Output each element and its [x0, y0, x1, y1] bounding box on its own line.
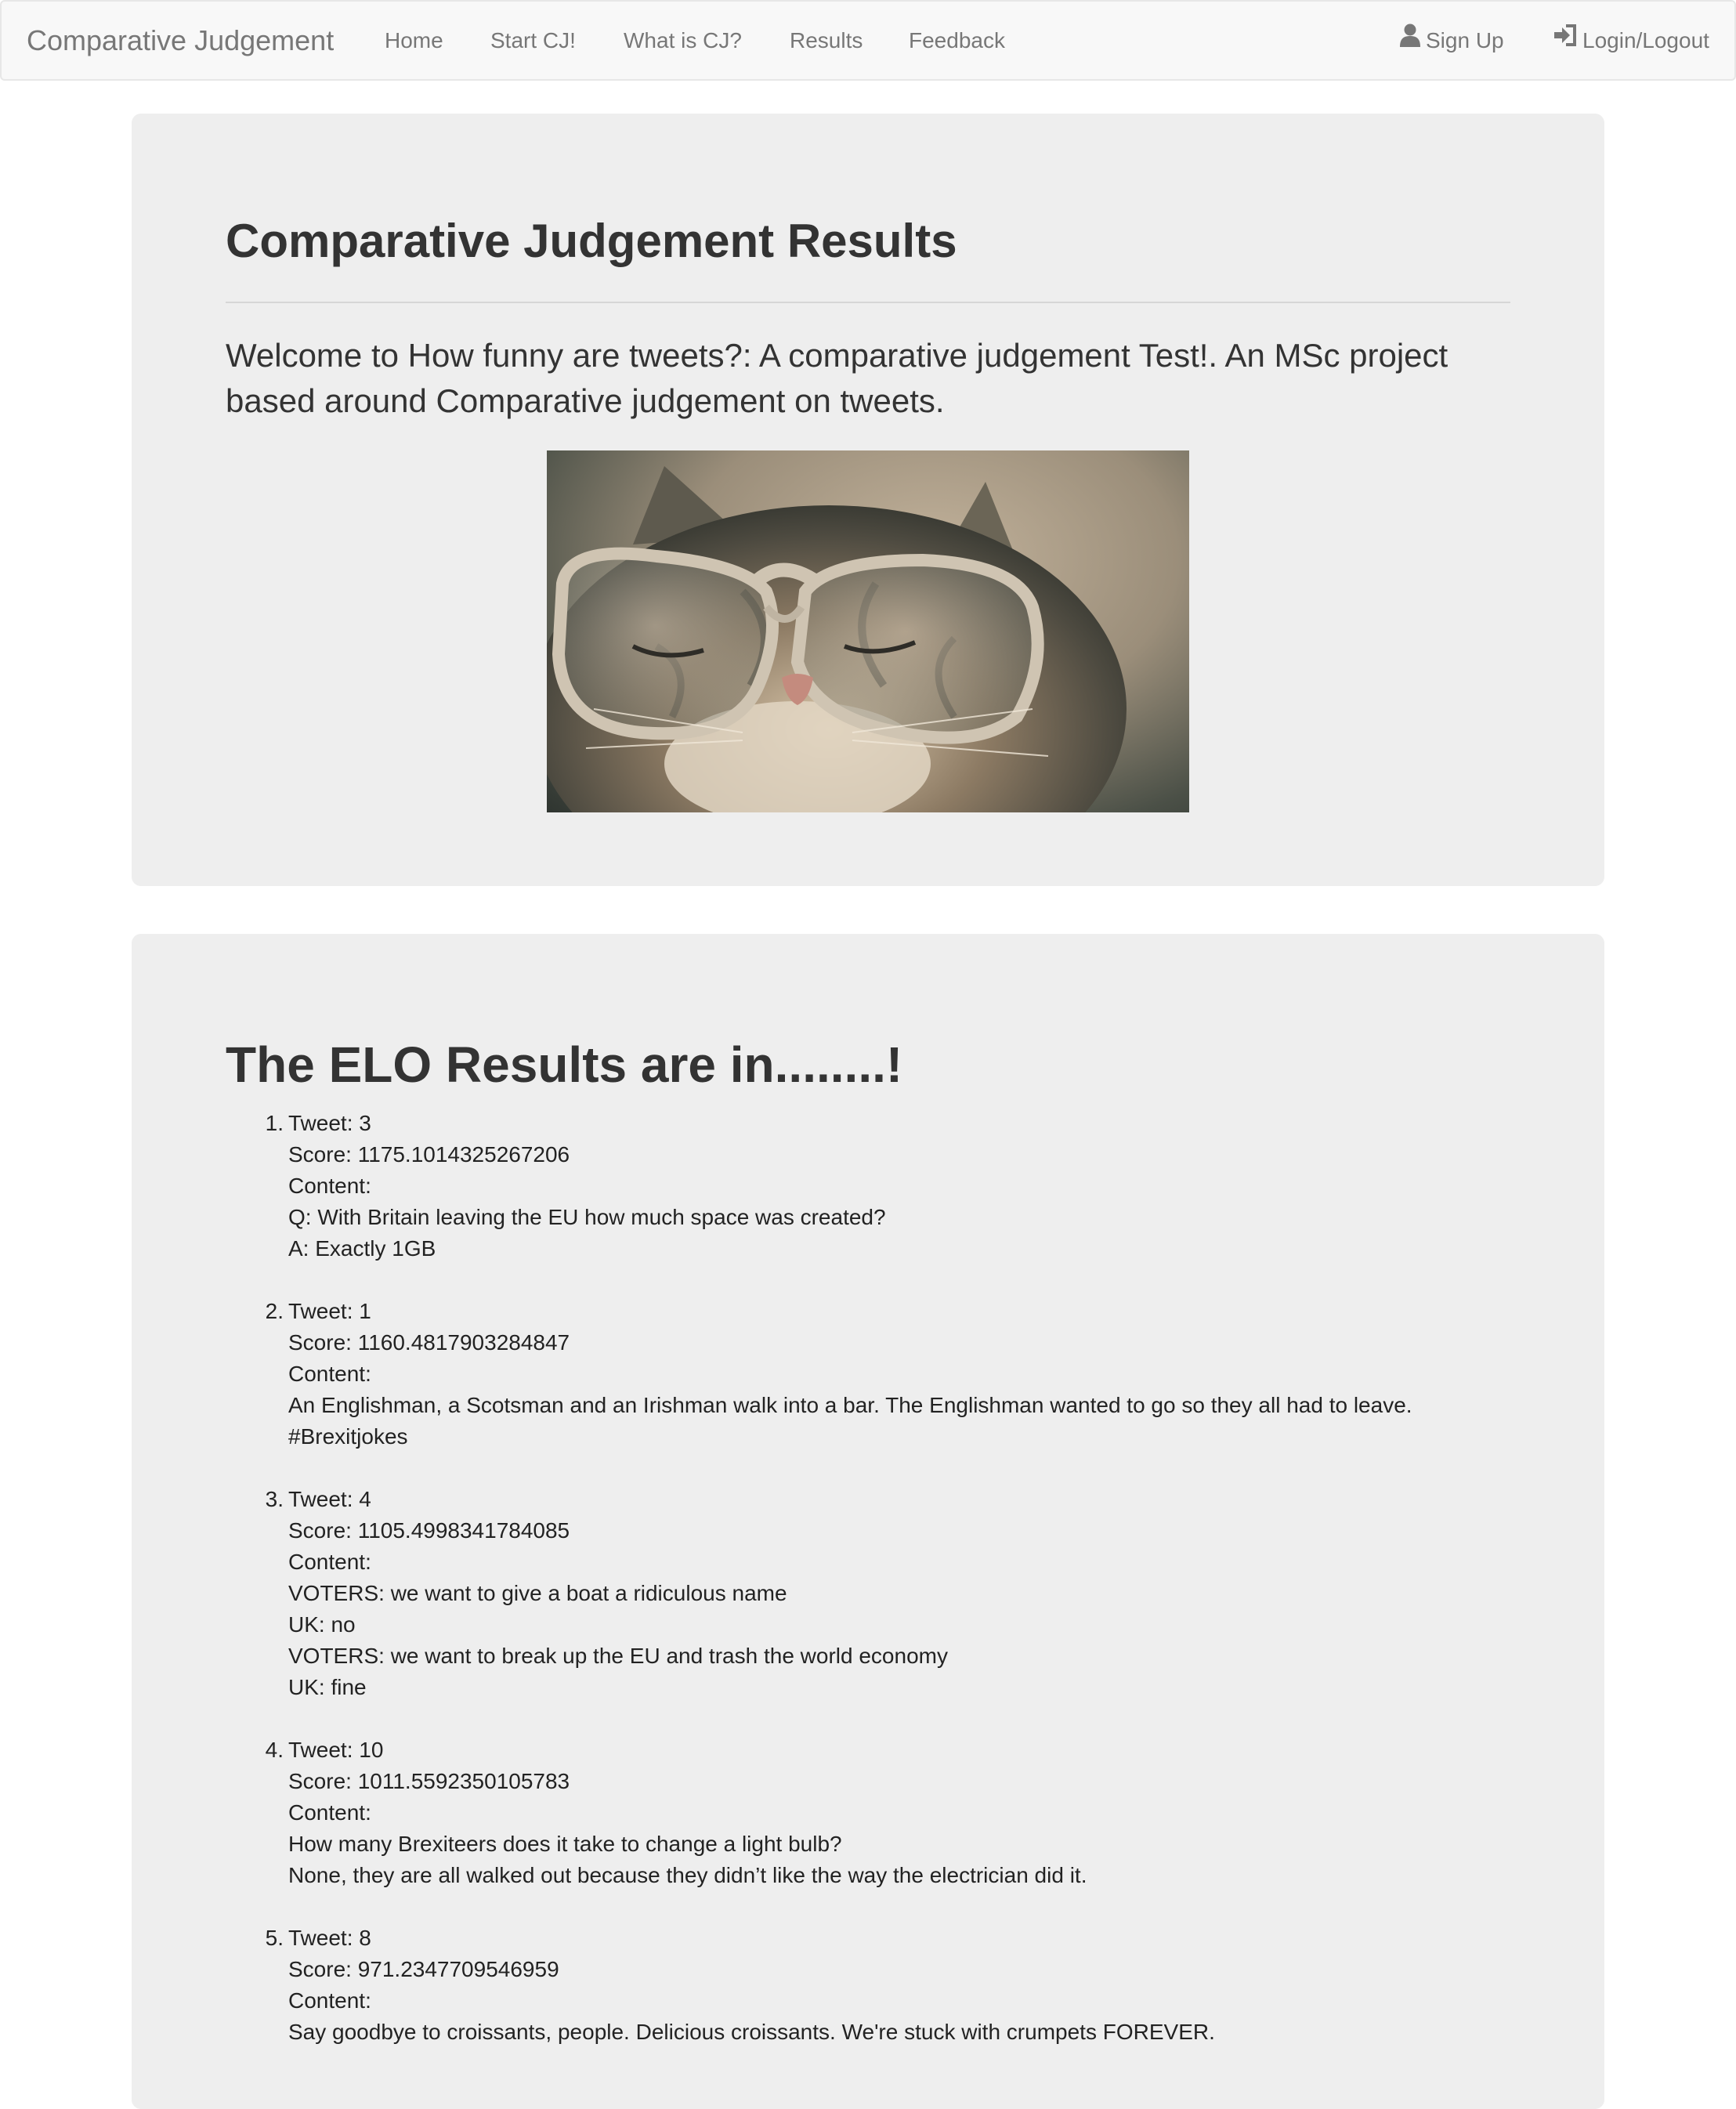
result-item: 4. Tweet: 10 Score: 1011.5592350105783 Cont…: [266, 1735, 1573, 1891]
result-item: 5. Tweet: 8 Score: 971.2347709546959 Conten…: [266, 1923, 1573, 2048]
nav-feedback[interactable]: Feedback: [909, 2, 1005, 80]
result-item: 2. Tweet: 1 Score: 1160.4817903284847 Conte…: [266, 1296, 1573, 1452]
result-content-label: Content:: [288, 1174, 371, 1198]
navbar: Comparative Judgement Home Start CJ! Wha…: [0, 0, 1736, 81]
sign-up-link[interactable]: Sign Up: [1399, 2, 1504, 80]
result-tweet-id: Tweet: 8: [288, 1926, 371, 1950]
login-logout-link[interactable]: Login/Logout: [1553, 2, 1709, 80]
results-list: 1. Tweet: 3 Score: 1175.1014325267206 Conte…: [266, 1108, 1573, 2079]
result-content-line: None, they are all walked out because th…: [288, 1863, 1087, 1887]
sign-up-label: Sign Up: [1426, 28, 1504, 52]
result-rank: 1.: [265, 1111, 284, 1135]
results-title: The ELO Results are in........!: [226, 1036, 903, 1093]
result-content-line: A: Exactly 1GB: [288, 1236, 436, 1261]
welcome-text: Welcome to How funny are tweets?: A comp…: [226, 337, 1448, 419]
result-score: Score: 1011.5592350105783: [288, 1769, 570, 1793]
result-content-line: #Brexitjokes: [288, 1424, 408, 1449]
result-rank: 4.: [265, 1738, 284, 1762]
result-content-line: UK: no: [288, 1612, 356, 1637]
page-title: Comparative Judgement Results: [226, 215, 957, 267]
result-rank: 3.: [265, 1487, 284, 1511]
result-content-line: Say goodbye to croissants, people. Delic…: [288, 2020, 1215, 2044]
result-rank: 5.: [265, 1926, 284, 1950]
result-content-label: Content:: [288, 1362, 371, 1386]
nav-what-is-cj[interactable]: What is CJ?: [624, 2, 742, 80]
results-jumbotron: The ELO Results are in........! 1. Tweet:…: [132, 934, 1604, 2109]
result-content-line: Q: With Britain leaving the EU how much …: [288, 1205, 886, 1229]
login-logout-label: Login/Logout: [1582, 28, 1709, 52]
brand-link[interactable]: Comparative Judgement: [27, 2, 334, 80]
result-content-line: VOTERS: we want to give a boat a ridicul…: [288, 1581, 787, 1605]
result-content-label: Content:: [288, 1988, 371, 2013]
result-score: Score: 971.2347709546959: [288, 1957, 559, 1981]
result-score: Score: 1160.4817903284847: [288, 1330, 570, 1355]
result-item: 3. Tweet: 4 Score: 1105.4998341784085 Conte…: [266, 1484, 1573, 1703]
result-tweet-id: Tweet: 10: [288, 1738, 384, 1762]
result-tweet-id: Tweet: 1: [288, 1299, 371, 1323]
result-content-label: Content:: [288, 1800, 371, 1825]
result-tweet-id: Tweet: 4: [288, 1487, 371, 1511]
result-content-line: UK: fine: [288, 1675, 367, 1699]
nav-start-cj[interactable]: Start CJ!: [490, 2, 576, 80]
cat-with-glasses-image: [547, 450, 1189, 812]
result-content-line: How many Brexiteers does it take to chan…: [288, 1832, 842, 1856]
user-icon: [1399, 1, 1421, 79]
result-content-line: VOTERS: we want to break up the EU and t…: [288, 1644, 948, 1668]
title-divider: [226, 302, 1510, 303]
nav-home[interactable]: Home: [385, 2, 443, 80]
log-in-icon: [1553, 1, 1578, 79]
result-rank: 2.: [265, 1299, 284, 1323]
nav-results[interactable]: Results: [790, 2, 863, 80]
result-score: Score: 1175.1014325267206: [288, 1142, 570, 1167]
result-content-line: An Englishman, a Scotsman and an Irishma…: [288, 1393, 1412, 1417]
result-score: Score: 1105.4998341784085: [288, 1518, 570, 1543]
result-item: 1. Tweet: 3 Score: 1175.1014325267206 Conte…: [266, 1108, 1573, 1264]
result-tweet-id: Tweet: 3: [288, 1111, 371, 1135]
header-jumbotron: Comparative Judgement Results Welcome to…: [132, 114, 1604, 886]
result-content-label: Content:: [288, 1550, 371, 1574]
